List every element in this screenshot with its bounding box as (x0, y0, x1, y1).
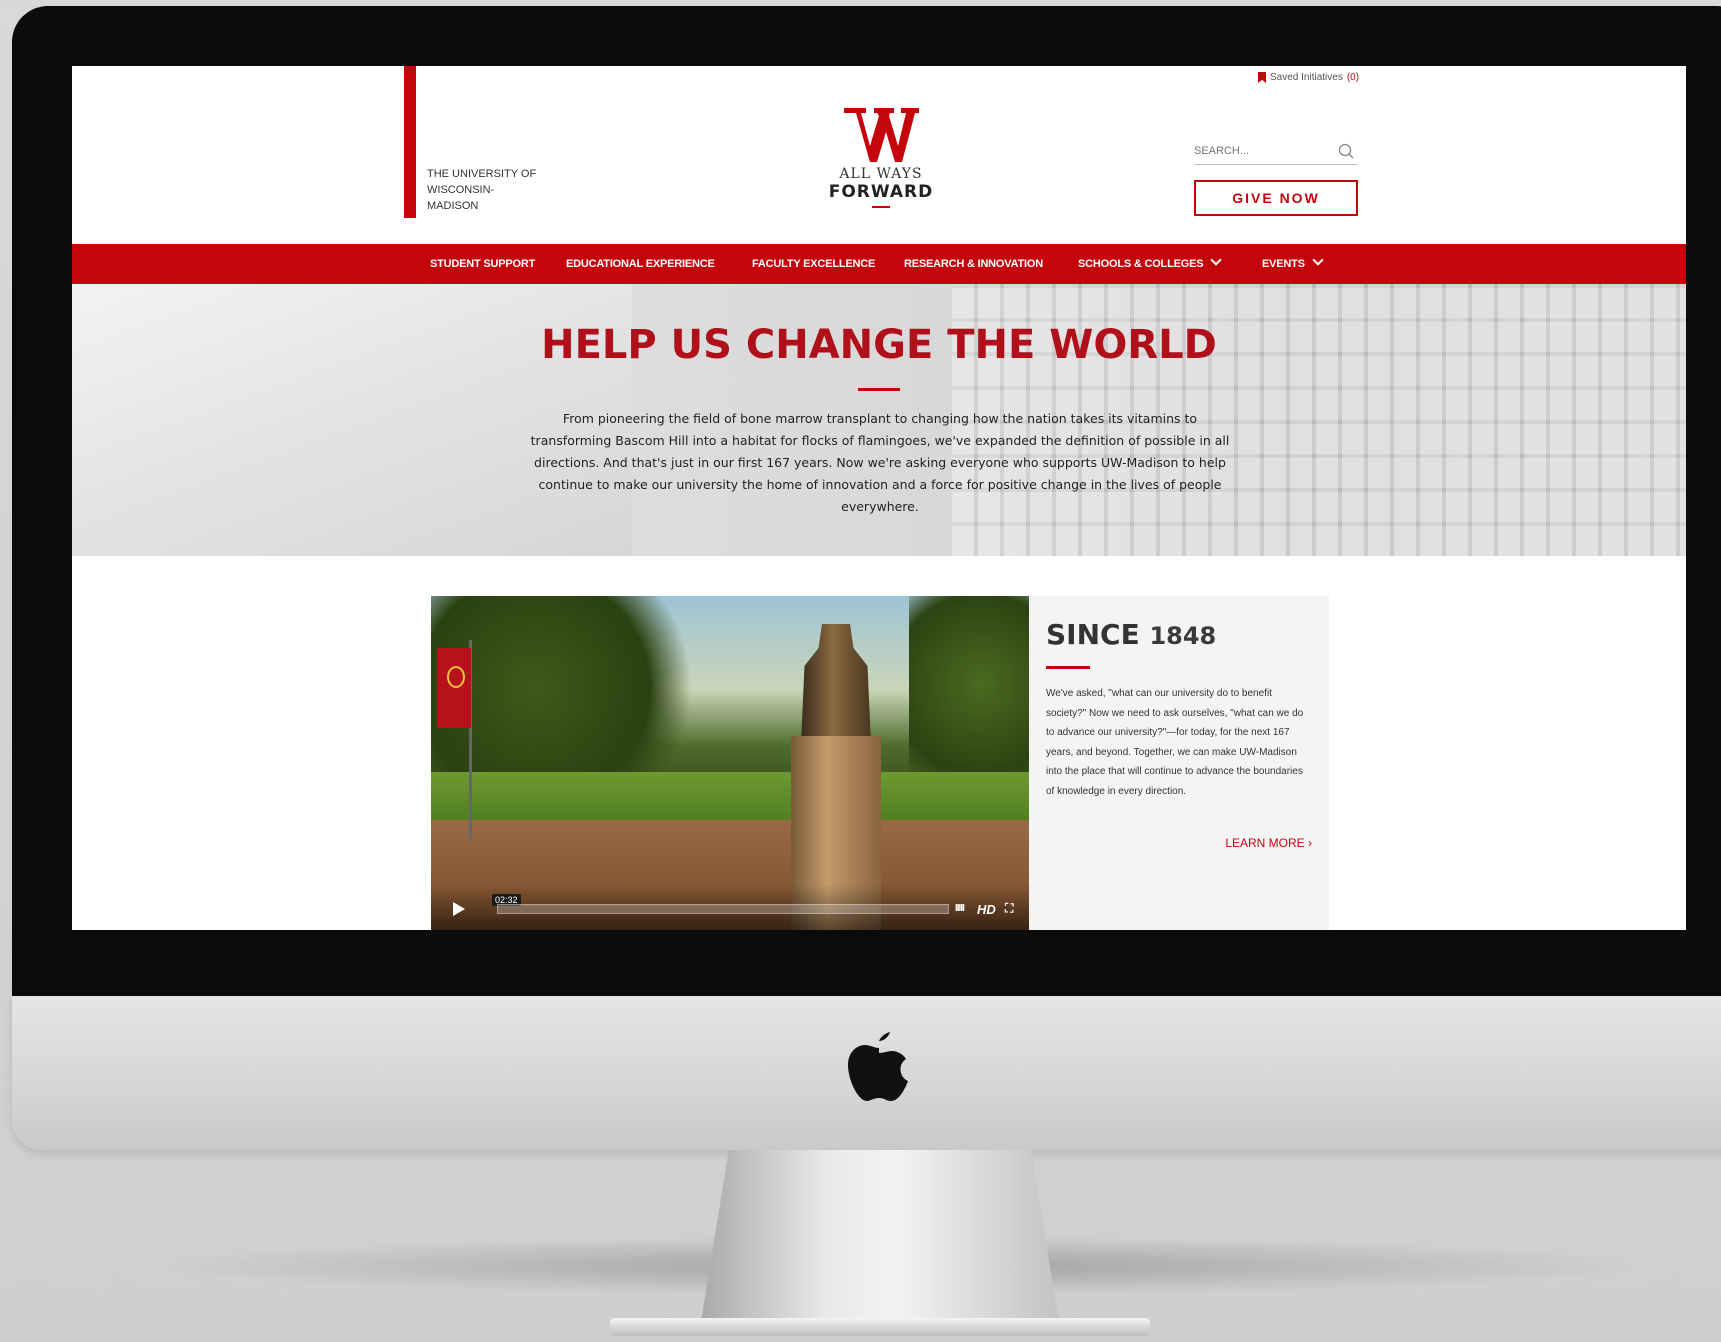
video-progress-bar[interactable] (497, 904, 949, 914)
site-logo[interactable]: ALL WAYS FORWARD (826, 106, 936, 208)
since-title-year: 1848 (1149, 622, 1217, 650)
nav-item-label: EVENTS (1262, 258, 1305, 270)
w-crest-icon (447, 666, 465, 688)
nav-item-events[interactable]: EVENTS (1262, 244, 1324, 284)
site-header: THE UNIVERSITY OF WISCONSIN-MADISON ALL … (72, 66, 1686, 244)
nav-item-research-innovation[interactable]: RESEARCH & INNOVATION (904, 244, 1043, 284)
hero-divider (858, 388, 900, 391)
since-1848-card: SINCE 1848 We've asked, "what can our un… (1029, 596, 1329, 930)
saved-initiatives-link[interactable]: Saved Initiatives (0) (1258, 72, 1359, 83)
w-crest-icon (844, 108, 919, 162)
nav-item-label: STUDENT SUPPORT (430, 258, 536, 270)
monitor-stand-foot (610, 1318, 1150, 1336)
hd-toggle[interactable]: HD (977, 902, 996, 917)
hero-title: HELP US CHANGE THE WORLD (541, 322, 1217, 368)
search-input[interactable] (1194, 140, 1324, 162)
give-now-button[interactable]: GIVE NOW (1194, 180, 1358, 216)
bookmark-icon (1258, 72, 1266, 83)
since-text: We've asked, "what can our university do… (1046, 688, 1304, 797)
play-icon (453, 902, 465, 916)
saved-initiatives-label: Saved Initiatives (1270, 72, 1343, 83)
main-nav: STUDENT SUPPORT EDUCATIONAL EXPERIENCE F… (72, 244, 1686, 284)
since-divider (1046, 666, 1090, 669)
chevron-down-icon (1210, 254, 1222, 266)
since-title: SINCE 1848 (1046, 618, 1216, 651)
monitor-stand (700, 1150, 1060, 1328)
logo-tagline-bottom: FORWARD (828, 182, 934, 202)
video-scene-banner (437, 648, 471, 728)
search-box (1194, 140, 1358, 165)
university-name[interactable]: THE UNIVERSITY OF WISCONSIN-MADISON (427, 166, 537, 214)
nav-item-label: FACULTY EXCELLENCE (752, 258, 876, 270)
header-accent-bar (404, 66, 416, 218)
apple-logo-icon (848, 1032, 908, 1101)
nav-item-label: EDUCATIONAL EXPERIENCE (566, 258, 715, 270)
play-button[interactable] (445, 898, 471, 920)
screen: THE UNIVERSITY OF WISCONSIN-MADISON ALL … (72, 66, 1686, 930)
nav-item-educational-experience[interactable]: EDUCATIONAL EXPERIENCE (566, 244, 715, 284)
chevron-down-icon (1312, 254, 1324, 266)
nav-item-label: RESEARCH & INNOVATION (904, 258, 1044, 270)
volume-icon[interactable]: IIIII (955, 903, 965, 914)
hero-text: From pioneering the field of bone marrow… (530, 411, 1230, 514)
video-scene-statue (801, 624, 871, 744)
logo-tagline-top: ALL WAYS (839, 166, 923, 182)
logo-divider (872, 206, 890, 208)
video-player[interactable]: 02:32 IIIII HD ⛶ (431, 596, 1029, 930)
search-icon[interactable] (1338, 143, 1354, 159)
hero-banner: HELP US CHANGE THE WORLD From pioneering… (72, 284, 1686, 556)
learn-more-link[interactable]: LEARN MORE › (1225, 836, 1312, 850)
nav-item-schools-colleges[interactable]: SCHOOLS & COLLEGES (1078, 244, 1222, 284)
saved-initiatives-count: (0) (1346, 72, 1360, 83)
nav-item-student-support[interactable]: STUDENT SUPPORT (430, 244, 535, 284)
nav-item-label: SCHOOLS & COLLEGES (1078, 258, 1204, 270)
nav-item-faculty-excellence[interactable]: FACULTY EXCELLENCE (752, 244, 875, 284)
fullscreen-icon[interactable]: ⛶ (1005, 901, 1013, 916)
since-title-word: SINCE (1046, 618, 1140, 651)
